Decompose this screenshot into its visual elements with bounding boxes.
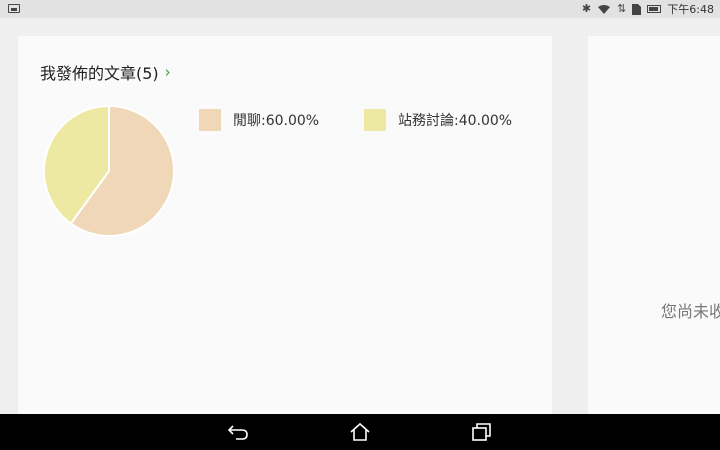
status-time: 下午6:48 — [667, 3, 714, 16]
wifi-icon — [598, 4, 611, 14]
image-icon — [8, 4, 20, 13]
posts-card-header[interactable]: 我發佈的文章(5) › — [40, 60, 171, 84]
legend-swatch-chat — [199, 109, 221, 131]
status-bar: ✱ ⇅ 下午6:48 — [0, 0, 720, 18]
home-icon[interactable] — [349, 422, 371, 442]
chevron-right-icon[interactable]: › — [165, 64, 171, 80]
navigation-bar — [0, 414, 720, 450]
legend-label-site-discussion: 站務討論:40.00% — [398, 113, 513, 129]
back-icon[interactable] — [228, 422, 250, 442]
legend-item-chat: 閒聊:60.00% — [199, 109, 319, 131]
bluetooth-icon: ✱ — [581, 2, 592, 15]
battery-icon — [647, 5, 662, 13]
recent-apps-icon[interactable] — [471, 422, 493, 442]
legend-item-site-discussion: 站務討論:40.00% — [364, 109, 512, 131]
legend-label-chat: 閒聊:60.00% — [233, 113, 320, 129]
posts-pie-chart — [43, 104, 175, 237]
sim-icon — [632, 3, 642, 15]
legend-swatch-site-discussion — [364, 109, 386, 131]
data-arrows-icon: ⇅ — [617, 2, 627, 15]
posts-card-title: 我發佈的文章(5) — [40, 64, 159, 83]
empty-state-text: 您尚未收 — [661, 302, 720, 321]
status-icons: ✱ ⇅ 下午6:48 — [582, 0, 714, 18]
right-card: 您尚未收 — [588, 36, 720, 416]
posts-card: 我發佈的文章(5) › 閒聊:60.00% 站務討論:40.00% — [18, 36, 552, 416]
